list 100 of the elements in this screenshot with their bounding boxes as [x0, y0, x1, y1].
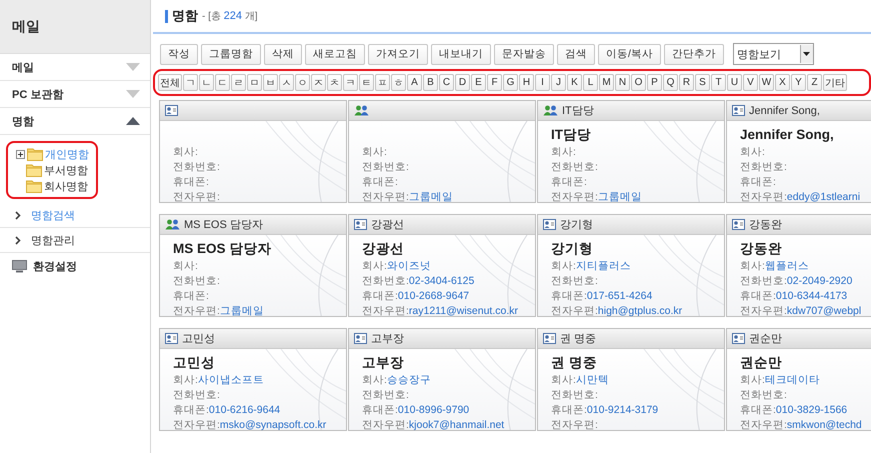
index-key[interactable]: F	[487, 74, 502, 91]
toolbar-button[interactable]: 문자발송	[494, 44, 554, 64]
toolbar-button[interactable]: 검색	[557, 44, 595, 64]
index-key[interactable]: ㄷ	[215, 74, 230, 91]
index-key[interactable]: P	[647, 74, 662, 91]
index-key[interactable]: Z	[807, 74, 822, 91]
index-key[interactable]: S	[695, 74, 710, 91]
index-key[interactable]: ㄹ	[231, 74, 246, 91]
toolbar-button[interactable]: 새로고침	[305, 44, 365, 64]
contact-field: 회사:시만텍	[551, 373, 724, 388]
toolbar-button[interactable]: 이동/복사	[598, 44, 661, 64]
monitor-icon	[12, 260, 27, 272]
contact-card[interactable]: 권 명중 권 명중 회사:시만텍 전화번호: 휴대폰:010-9214-3179 전자우편:	[537, 328, 725, 431]
index-key[interactable]: ㅌ	[359, 74, 374, 91]
index-key[interactable]: 전체	[158, 74, 182, 91]
index-key[interactable]: ㅎ	[391, 74, 406, 91]
contact-field: 휴대폰:010-3829-1566	[740, 403, 871, 418]
index-key[interactable]: G	[503, 74, 518, 91]
toolbar-button[interactable]: 삭제	[264, 44, 302, 64]
sidebar-link[interactable]: 명함검색	[31, 208, 75, 222]
settings-link[interactable]: 환경설정	[33, 258, 77, 274]
sidebar-section[interactable]: 명함	[0, 108, 150, 135]
folder-icon	[26, 180, 42, 192]
page-title: 명함	[172, 7, 198, 25]
index-key[interactable]: W	[759, 74, 774, 91]
index-key[interactable]: ㅇ	[295, 74, 310, 91]
contact-field: 전화번호:	[551, 388, 724, 403]
index-key[interactable]: A	[407, 74, 422, 91]
index-key[interactable]: ㅋ	[343, 74, 358, 91]
contact-field: 휴대폰:010-9214-3179	[551, 403, 724, 418]
index-key[interactable]: ㄴ	[199, 74, 214, 91]
index-key[interactable]: H	[519, 74, 534, 91]
contact-field: 전자우편:high@gtplus.co.kr	[551, 304, 724, 316]
card-title: 강광선	[371, 218, 404, 232]
index-key[interactable]: ㅅ	[279, 74, 294, 91]
card-title: 강동완	[749, 218, 782, 232]
contact-card[interactable]: 고민성 고민성 회사:사이냅소프트 전화번호: 휴대폰:010-6216-9644 전자우편:msko@synapsoft.co.kr	[159, 328, 347, 431]
index-key[interactable]: ㅍ	[375, 74, 390, 91]
toolbar-button[interactable]: 내보내기	[431, 44, 491, 64]
index-key[interactable]: ㅂ	[263, 74, 278, 91]
index-key[interactable]: K	[567, 74, 582, 91]
toolbar-button[interactable]: 가져오기	[368, 44, 428, 64]
contact-card[interactable]: Jennifer Song, Jennifer Song, 회사: 전화번호: 휴대폰: 전자우편:eddy@1stlearni	[726, 100, 871, 203]
index-key[interactable]: 기타	[823, 74, 847, 91]
index-key[interactable]: B	[423, 74, 438, 91]
toolbar-button[interactable]: 작성	[160, 44, 198, 64]
contact-card[interactable]: IT담당 IT담당 회사: 전화번호: 휴대폰: 전자우편:그룹메일	[537, 100, 725, 203]
contact-card[interactable]: MS EOS 담당자 MS EOS 담당자 회사: 전화번호: 휴대폰: 전자우편:그룹메일	[159, 214, 347, 317]
index-key[interactable]: D	[455, 74, 470, 91]
index-key[interactable]: V	[743, 74, 758, 91]
index-key[interactable]: Q	[663, 74, 678, 91]
contact-field: 회사:승승장구	[362, 373, 535, 388]
index-key[interactable]: X	[775, 74, 790, 91]
index-key[interactable]: J	[551, 74, 566, 91]
contact-card[interactable]: 회사: 전화번호: 휴대폰: 전자우편:	[159, 100, 347, 203]
contact-field: 회사:지티플러스	[551, 259, 724, 274]
index-key[interactable]: N	[615, 74, 630, 91]
index-key[interactable]: C	[439, 74, 454, 91]
view-select[interactable]: 명함보기	[732, 43, 814, 65]
index-key[interactable]: M	[599, 74, 614, 91]
index-key[interactable]: T	[711, 74, 726, 91]
sidebar-section[interactable]: 메일	[0, 54, 150, 81]
index-key[interactable]: Y	[791, 74, 806, 91]
index-key[interactable]: U	[727, 74, 742, 91]
toolbar-button[interactable]: 간단추가	[664, 44, 724, 64]
contact-field: 전자우편:	[173, 190, 346, 202]
contact-card[interactable]: 강동완 강동완 회사:웹플러스 전화번호:02-2049-2920 휴대폰:010-6344-4173 전자우편:kdw707@webpl	[726, 214, 871, 317]
folder-item[interactable]: 회사명함	[44, 178, 88, 194]
contact-field: 전화번호:	[740, 160, 871, 175]
contact-card[interactable]: 고부장 고부장 회사:승승장구 전화번호: 휴대폰:010-8996-9790 전자우편:kjook7@hanmail.net	[348, 328, 536, 431]
contact-card[interactable]: 권순만 권순만 회사:테크데이타 전화번호: 휴대폰:010-3829-1566 전자우편:smkwon@techd	[726, 328, 871, 431]
contact-field: 휴대폰:010-6344-4173	[740, 289, 871, 304]
folder-item[interactable]: 부서명함	[44, 162, 88, 178]
contact-field: 전화번호:	[551, 160, 724, 175]
index-key[interactable]: L	[583, 74, 598, 91]
index-key[interactable]: R	[679, 74, 694, 91]
index-key[interactable]: E	[471, 74, 486, 91]
card-title: 고부장	[371, 332, 404, 346]
contact-field: 휴대폰:017-651-4264	[551, 289, 724, 304]
sidebar-section[interactable]: PC 보관함	[0, 81, 150, 108]
index-key[interactable]: ㅁ	[247, 74, 262, 91]
contact-card[interactable]: 강광선 강광선 회사:와이즈넛 전화번호:02-3404-6125 휴대폰:010-2668-9647 전자우편:ray1211@wisenut.co.kr	[348, 214, 536, 317]
contact-field: 회사:	[173, 145, 346, 160]
index-key[interactable]: ㅊ	[327, 74, 342, 91]
contact-name: MS EOS 담당자	[173, 240, 272, 258]
index-key[interactable]: ㅈ	[311, 74, 326, 91]
contact-name: 강광선	[362, 240, 405, 258]
index-key[interactable]: ㄱ	[183, 74, 198, 91]
sidebar-title: 메일	[0, 0, 150, 54]
folder-item[interactable]: 개인명함	[45, 146, 89, 162]
toolbar-button[interactable]: 그룹명함	[201, 44, 261, 64]
contact-card[interactable]: 강기형 강기형 회사:지티플러스 전화번호: 휴대폰:017-651-4264 전자우편:high@gtplus.co.kr	[537, 214, 725, 317]
card-title: Jennifer Song,	[749, 104, 820, 116]
sidebar-link[interactable]: 명함관리	[31, 232, 75, 248]
index-key[interactable]: I	[535, 74, 550, 91]
index-key[interactable]: O	[631, 74, 646, 91]
contact-field: 전자우편:	[551, 418, 724, 430]
contact-field: 휴대폰:	[551, 175, 724, 190]
card-title: MS EOS 담당자	[184, 218, 263, 232]
contact-card[interactable]: 회사: 전화번호: 휴대폰: 전자우편:그룹메일	[348, 100, 536, 203]
